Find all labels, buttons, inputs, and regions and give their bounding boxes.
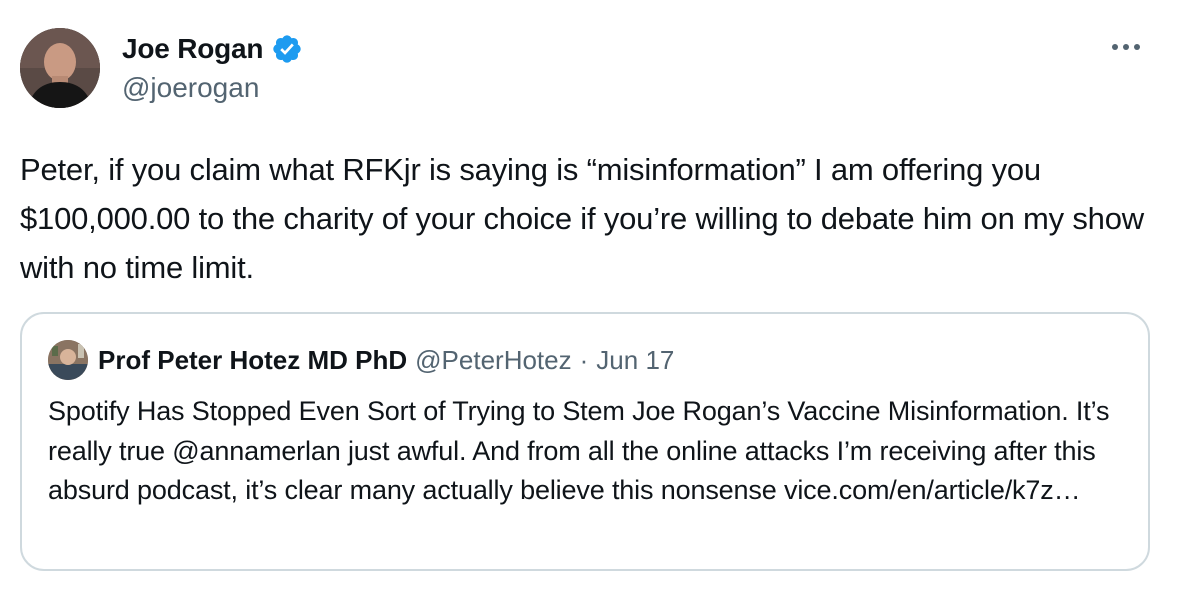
author-handle[interactable]: @joerogan [122,72,259,104]
quoted-tweet[interactable]: Prof Peter Hotez MD PhD @PeterHotez · Ju… [20,312,1150,571]
quoted-tweet-header: Prof Peter Hotez MD PhD @PeterHotez · Ju… [48,340,674,380]
quoted-tweet-meta: @PeterHotez · Jun 17 [415,345,674,376]
more-dot [1123,44,1129,50]
quoted-author-avatar [48,340,88,380]
quoted-author-handle: @PeterHotez [415,344,572,375]
author-display-name[interactable]: Joe Rogan [122,33,264,65]
quoted-author-display-name: Prof Peter Hotez MD PhD [98,344,408,375]
verified-badge-icon [271,33,303,65]
meta-separator: · [579,344,589,375]
tweet: Joe Rogan @joerogan Peter, if you claim … [0,0,1180,606]
quoted-tweet-text: Spotify Has Stopped Even Sort of Trying … [48,396,1110,505]
author-name-row: Joe Rogan [122,32,303,66]
more-dot [1134,44,1140,50]
quoted-tweet-date: Jun 17 [596,344,675,375]
more-dot [1112,44,1118,50]
author-avatar-image [20,28,100,108]
more-options-icon[interactable] [1106,38,1146,56]
tweet-text: Peter, if you claim what RFKjr is saying… [20,152,1144,285]
author-avatar[interactable] [20,28,100,108]
quoted-author-avatar-image [48,340,88,380]
